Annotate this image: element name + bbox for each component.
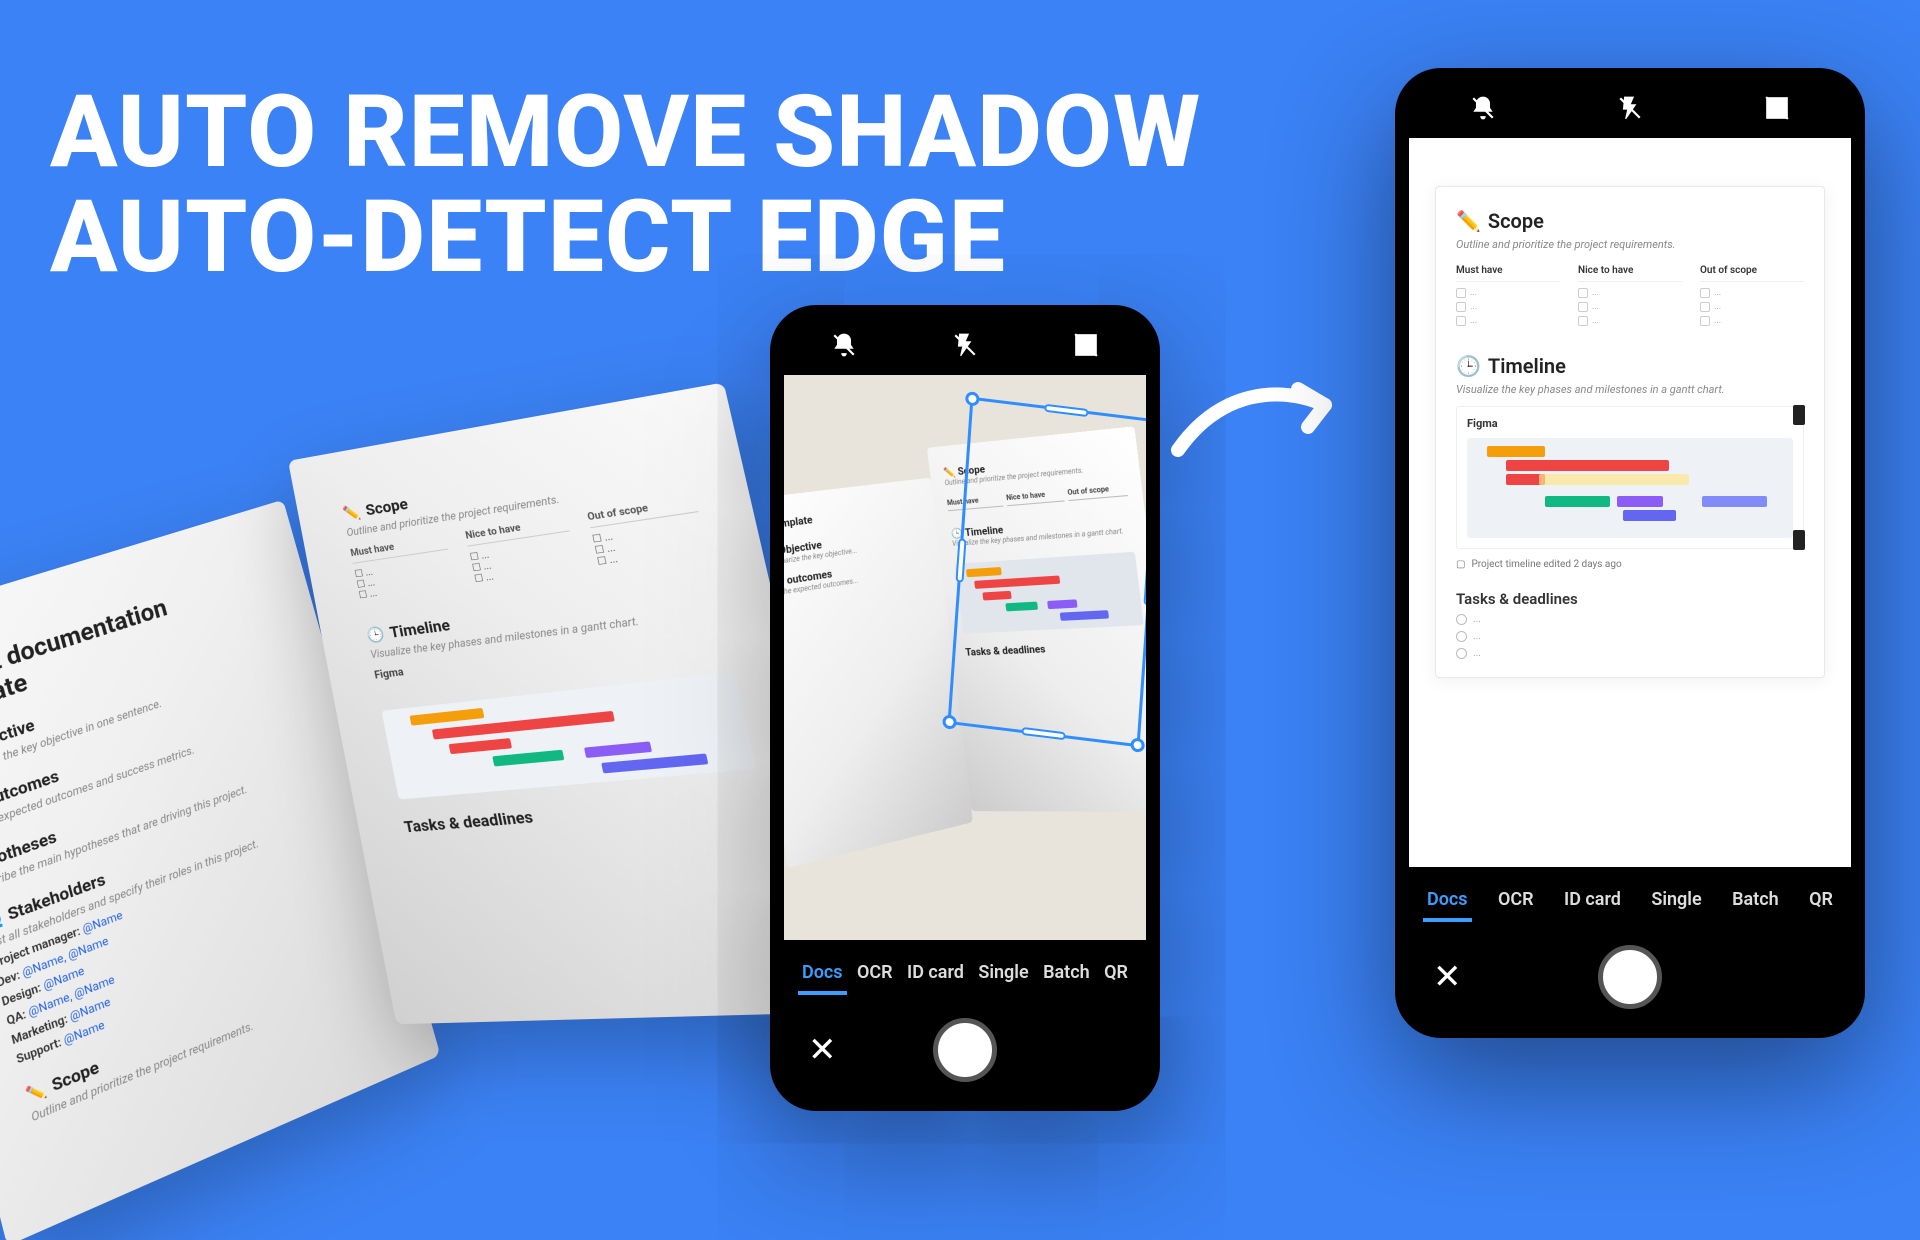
flash-off-icon[interactable] [952,332,978,362]
task-row: ... [1456,614,1804,625]
phone-result: ✏️ Scope Outline and prioritize the proje… [1395,68,1865,1038]
shutter-button[interactable] [1598,945,1662,1009]
crop-edge-left[interactable] [955,538,966,583]
notifications-off-icon[interactable] [1470,95,1496,125]
grid-off-icon[interactable] [1764,95,1790,125]
open-book-illustration: Project documentation template 🎯Objectiv… [0,322,891,1219]
tab-ocr[interactable]: OCR [853,958,897,995]
task-row: ... [1456,631,1804,642]
tab-batch[interactable]: Batch [1728,885,1783,922]
tab-docs[interactable]: Docs [798,958,847,995]
tab-single[interactable]: Single [1647,885,1705,922]
figma-frame-handle [1793,530,1805,550]
tab-ocr[interactable]: OCR [1494,885,1538,922]
close-button[interactable]: ✕ [1433,960,1462,994]
pencil-icon: ✏️ [24,1078,49,1105]
doc-scope-title: Scope [1488,209,1544,233]
crop-edge-right[interactable] [1143,561,1146,606]
tab-id-card[interactable]: ID card [1560,885,1625,922]
people-icon: 👥 [0,908,4,934]
edge-detection-overlay[interactable] [947,397,1146,748]
doc-timeline-title: Timeline [1488,354,1566,378]
arrow-icon [1170,375,1350,465]
tab-qr[interactable]: QR [1100,958,1132,995]
camera-viewport: ... template 🎯 Objective Summarize the k… [784,375,1146,940]
mode-tabs: Docs OCR ID card Single Batch QR [798,958,1132,995]
shutter-button[interactable] [933,1018,997,1082]
figma-label: Figma [1467,417,1793,430]
grid-off-icon[interactable] [1073,332,1099,362]
tab-docs[interactable]: Docs [1423,885,1472,922]
gantt-chart [1467,438,1793,538]
tab-batch[interactable]: Batch [1039,958,1094,995]
pencil-icon: ✏️ [1456,209,1481,233]
notifications-off-icon[interactable] [831,332,857,362]
clock-icon: 🕒 [1456,354,1481,378]
tasks-heading: Tasks & deadlines [1456,590,1804,608]
mode-tabs: Docs OCR ID card Single Batch QR [1423,885,1837,922]
tab-qr[interactable]: QR [1805,885,1837,922]
headline-line-1: AUTO REMOVE SHADOW [50,80,1201,185]
flash-off-icon[interactable] [1617,95,1643,125]
crop-edge-top[interactable] [1044,404,1089,417]
result-viewport: ✏️ Scope Outline and prioritize the proje… [1409,138,1851,867]
close-button[interactable]: ✕ [808,1033,837,1067]
doc-scope-subtitle: Outline and prioritize the project requi… [1456,238,1804,251]
crop-handle-top-left[interactable] [965,391,980,407]
pencil-icon: ✏️ [341,503,362,523]
clock-icon: 🕒 [365,624,386,644]
figma-frame-handle [1793,405,1805,425]
headline-text: AUTO REMOVE SHADOW AUTO-DETECT EDGE [50,80,1201,290]
edit-timestamp-note: ▢Project timeline edited 2 days ago [1456,559,1804,570]
result-topbar [1409,82,1851,138]
tab-single[interactable]: Single [974,958,1032,995]
doc-timeline-subtitle: Visualize the key phases and milestones … [1456,383,1804,396]
scanner-topbar [784,319,1146,375]
scanned-document: ✏️ Scope Outline and prioritize the proje… [1435,186,1825,678]
task-row: ... [1456,648,1804,659]
phone-scanner: ... template 🎯 Objective Summarize the k… [770,305,1160,1111]
scope-columns: Must have......... Nice to have.........… [1456,265,1804,330]
headline-line-2: AUTO-DETECT EDGE [50,185,1201,290]
figma-icon: ▢ [1456,559,1465,570]
tab-id-card[interactable]: ID card [903,958,968,995]
